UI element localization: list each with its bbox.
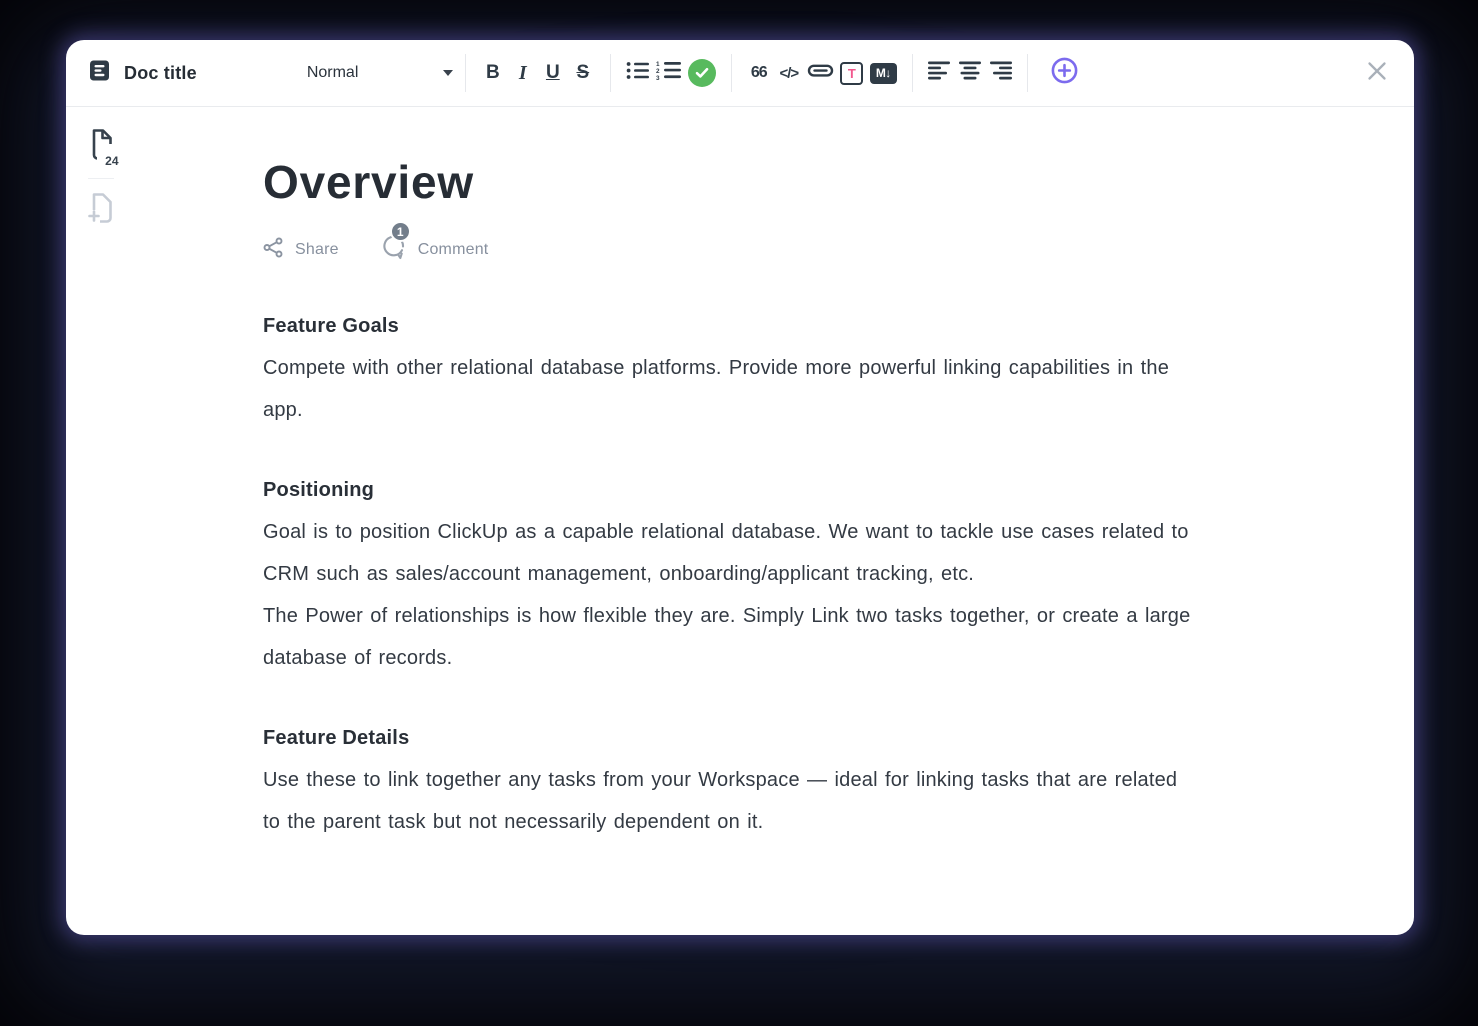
doc-title-label: Doc title bbox=[124, 62, 197, 83]
text-style-dropdown[interactable]: Normal bbox=[307, 64, 453, 82]
share-label: Share bbox=[295, 240, 339, 258]
close-icon bbox=[1366, 60, 1388, 87]
underline-button[interactable]: U bbox=[538, 57, 568, 89]
toolbar-divider bbox=[1026, 54, 1028, 92]
add-page-icon bbox=[87, 192, 115, 228]
comment-button[interactable]: 1 Comment bbox=[381, 221, 489, 265]
t-glyph: T bbox=[847, 65, 856, 81]
text-style-value: Normal bbox=[306, 64, 359, 81]
svg-text:1: 1 bbox=[656, 61, 660, 68]
section-paragraph[interactable]: Compete with other relational database p… bbox=[263, 347, 1198, 431]
align-left-icon bbox=[927, 61, 952, 86]
rail-divider bbox=[88, 178, 114, 179]
text-color-button[interactable]: T bbox=[837, 57, 867, 89]
share-button[interactable]: Share bbox=[263, 237, 339, 263]
doc-editor[interactable]: Overview Share 1 Comment Feature Goals C… bbox=[136, 107, 1414, 935]
markdown-glyph: M↓ bbox=[875, 66, 892, 80]
doc-icon bbox=[88, 59, 111, 87]
svg-text:2: 2 bbox=[656, 68, 660, 75]
page-count-label: 24 bbox=[103, 154, 119, 168]
doc-content[interactable]: Feature Goals Compete with other relatio… bbox=[263, 305, 1198, 843]
toolbar-divider bbox=[911, 54, 913, 92]
italic-button[interactable]: I bbox=[508, 57, 538, 89]
checklist-button[interactable] bbox=[685, 57, 719, 89]
section-paragraph[interactable]: The Power of relationships is how flexib… bbox=[263, 595, 1198, 679]
quote-button[interactable]: 66 bbox=[744, 57, 774, 89]
add-page-button[interactable] bbox=[87, 192, 115, 228]
doc-section: Feature Goals Compete with other relatio… bbox=[263, 305, 1198, 431]
numbered-list-icon: 123 bbox=[656, 60, 682, 86]
doc-section: Feature Details Use these to link togeth… bbox=[263, 717, 1198, 843]
toolbar-divider bbox=[464, 54, 466, 92]
comment-icon-wrap: 1 bbox=[381, 221, 411, 265]
numbered-list-button[interactable]: 123 bbox=[653, 57, 685, 89]
doc-window: Doc title Normal B I U S 123 66 </> T M↓… bbox=[66, 40, 1414, 935]
page-title[interactable]: Overview bbox=[263, 155, 1294, 210]
doc-title-button[interactable]: Doc title bbox=[88, 59, 197, 87]
page-rail: 24 bbox=[66, 107, 136, 935]
link-button[interactable] bbox=[804, 57, 837, 89]
close-button[interactable] bbox=[1366, 60, 1388, 87]
doc-body-row: 24 Overview Share 1 Comment Feature Goal… bbox=[66, 107, 1414, 935]
editor-toolbar: Doc title Normal B I U S 123 66 </> T M↓ bbox=[66, 40, 1414, 107]
bullet-list-icon bbox=[626, 61, 650, 86]
section-paragraph[interactable]: Use these to link together any tasks fro… bbox=[263, 759, 1198, 843]
doc-actions: Share 1 Comment bbox=[263, 221, 1294, 265]
svg-text:3: 3 bbox=[656, 75, 660, 80]
markdown-button[interactable]: M↓ bbox=[867, 57, 900, 89]
align-right-button[interactable] bbox=[985, 57, 1015, 89]
comment-count-badge: 1 bbox=[389, 221, 411, 243]
align-center-icon bbox=[958, 61, 982, 86]
section-paragraph[interactable]: Goal is to position ClickUp as a capable… bbox=[263, 511, 1198, 595]
strikethrough-button[interactable]: S bbox=[568, 57, 598, 89]
plus-circle-icon bbox=[1051, 57, 1078, 90]
share-icon bbox=[263, 237, 284, 263]
pages-button[interactable]: 24 bbox=[88, 129, 119, 168]
bold-button[interactable]: B bbox=[478, 57, 508, 89]
toolbar-divider bbox=[730, 54, 732, 92]
green-check-circle-icon bbox=[687, 59, 716, 87]
align-center-button[interactable] bbox=[955, 57, 985, 89]
bullet-list-button[interactable] bbox=[623, 57, 653, 89]
align-right-icon bbox=[988, 61, 1012, 86]
add-block-button[interactable] bbox=[1048, 57, 1081, 89]
comment-label: Comment bbox=[417, 240, 489, 258]
chain-link-icon bbox=[807, 61, 834, 86]
toolbar-divider bbox=[609, 54, 611, 92]
section-heading[interactable]: Feature Details bbox=[263, 717, 1198, 759]
doc-section: Positioning Goal is to position ClickUp … bbox=[263, 469, 1198, 679]
section-heading[interactable]: Feature Goals bbox=[263, 305, 1198, 347]
markdown-icon: M↓ bbox=[869, 62, 897, 84]
chevron-down-icon bbox=[442, 70, 453, 76]
section-heading[interactable]: Positioning bbox=[263, 469, 1198, 511]
code-button[interactable]: </> bbox=[774, 57, 804, 89]
text-style-t-icon: T bbox=[840, 61, 864, 85]
align-left-button[interactable] bbox=[925, 57, 955, 89]
